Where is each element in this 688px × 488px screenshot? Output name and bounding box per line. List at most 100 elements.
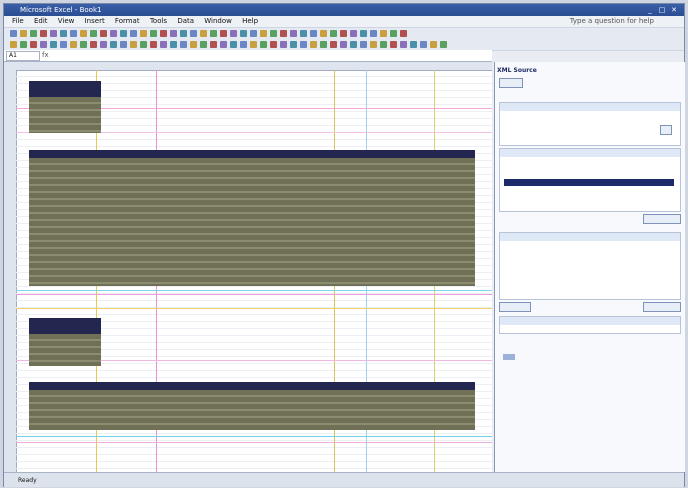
toolbar-button[interactable] xyxy=(340,30,347,37)
toolbar-button[interactable] xyxy=(340,41,347,48)
toolbar-button[interactable] xyxy=(420,41,427,48)
toolbar-button[interactable] xyxy=(160,41,167,48)
toolbar-button[interactable] xyxy=(350,30,357,37)
minimize-icon[interactable]: _ xyxy=(644,4,656,16)
toolbar-button[interactable] xyxy=(140,41,147,48)
mapped-table-2[interactable] xyxy=(29,390,475,430)
mapped-list-1[interactable] xyxy=(29,97,101,133)
toolbar-button[interactable] xyxy=(400,41,407,48)
xml-maps-button[interactable] xyxy=(643,214,681,224)
menu-format[interactable]: Format xyxy=(115,17,140,25)
toolbar-button[interactable] xyxy=(50,41,57,48)
toolbar-button[interactable] xyxy=(240,41,247,48)
help-search-box[interactable]: Type a question for help xyxy=(570,16,654,27)
toolbar-button[interactable] xyxy=(70,30,77,37)
toolbar-button[interactable] xyxy=(60,30,67,37)
mapped-list-2[interactable] xyxy=(29,334,101,366)
toolbar-button[interactable] xyxy=(270,30,277,37)
menu-insert[interactable]: Insert xyxy=(85,17,105,25)
toolbar-button[interactable] xyxy=(90,30,97,37)
toolbar-button[interactable] xyxy=(290,41,297,48)
options-button[interactable] xyxy=(643,302,681,312)
toolbar-button[interactable] xyxy=(250,30,257,37)
toolbar-button[interactable] xyxy=(300,30,307,37)
menu-help[interactable]: Help xyxy=(242,17,258,25)
menu-data[interactable]: Data xyxy=(177,17,194,25)
toolbar-button[interactable] xyxy=(390,30,397,37)
pane-nav-button[interactable] xyxy=(499,78,523,88)
mapped-list-header-1[interactable] xyxy=(29,81,101,97)
toolbar-button[interactable] xyxy=(40,30,47,37)
toolbar-button[interactable] xyxy=(200,41,207,48)
toolbar-button[interactable] xyxy=(50,30,57,37)
toolbar-button[interactable] xyxy=(200,30,207,37)
toolbar-button[interactable] xyxy=(20,30,27,37)
toolbar-button[interactable] xyxy=(60,41,67,48)
toolbar-button[interactable] xyxy=(180,30,187,37)
toolbar-button[interactable] xyxy=(390,41,397,48)
toolbar-button[interactable] xyxy=(400,30,407,37)
mapped-list-header-2[interactable] xyxy=(29,318,101,334)
toolbar-button[interactable] xyxy=(280,30,287,37)
toolbar-button[interactable] xyxy=(320,41,327,48)
map-dropdown-button[interactable] xyxy=(660,125,672,135)
verify-map-button[interactable] xyxy=(499,302,531,312)
menu-view[interactable]: View xyxy=(58,17,75,25)
toolbar-button[interactable] xyxy=(160,30,167,37)
toolbar-button[interactable] xyxy=(120,30,127,37)
toolbar-button[interactable] xyxy=(190,41,197,48)
toolbar-button[interactable] xyxy=(410,41,417,48)
toolbar-button[interactable] xyxy=(150,30,157,37)
toolbar-button[interactable] xyxy=(380,41,387,48)
toolbar-button[interactable] xyxy=(40,41,47,48)
toolbar-button[interactable] xyxy=(120,41,127,48)
toolbar-button[interactable] xyxy=(10,41,17,48)
toolbar-button[interactable] xyxy=(80,41,87,48)
help-icon[interactable] xyxy=(503,354,515,360)
maximize-icon[interactable]: □ xyxy=(656,4,668,16)
toolbar-button[interactable] xyxy=(100,41,107,48)
toolbar-button[interactable] xyxy=(170,30,177,37)
toolbar-button[interactable] xyxy=(130,30,137,37)
toolbar-button[interactable] xyxy=(330,41,337,48)
toolbar-button[interactable] xyxy=(350,41,357,48)
menu-edit[interactable]: Edit xyxy=(34,17,48,25)
mapped-table-header-1[interactable] xyxy=(29,150,475,158)
toolbar-button[interactable] xyxy=(140,30,147,37)
toolbar-button[interactable] xyxy=(220,41,227,48)
toolbar-button[interactable] xyxy=(270,41,277,48)
toolbar-button[interactable] xyxy=(320,30,327,37)
menu-tools[interactable]: Tools xyxy=(150,17,167,25)
toolbar-button[interactable] xyxy=(440,41,447,48)
menu-window[interactable]: Window xyxy=(204,17,232,25)
toolbar-button[interactable] xyxy=(290,30,297,37)
toolbar-button[interactable] xyxy=(260,41,267,48)
toolbar-button[interactable] xyxy=(180,41,187,48)
toolbar-button[interactable] xyxy=(110,30,117,37)
toolbar-button[interactable] xyxy=(370,30,377,37)
toolbar-button[interactable] xyxy=(190,30,197,37)
toolbar-button[interactable] xyxy=(130,41,137,48)
toolbar-button[interactable] xyxy=(20,41,27,48)
toolbar-button[interactable] xyxy=(310,41,317,48)
toolbar-button[interactable] xyxy=(430,41,437,48)
name-box[interactable]: A1 xyxy=(6,51,40,61)
menu-file[interactable]: File xyxy=(12,17,24,25)
toolbar-button[interactable] xyxy=(360,41,367,48)
toolbar-button[interactable] xyxy=(80,30,87,37)
toolbar-button[interactable] xyxy=(100,30,107,37)
toolbar-button[interactable] xyxy=(330,30,337,37)
toolbar-button[interactable] xyxy=(70,41,77,48)
toolbar-button[interactable] xyxy=(230,30,237,37)
toolbar-button[interactable] xyxy=(300,41,307,48)
selected-tree-node[interactable] xyxy=(504,179,674,186)
toolbar-button[interactable] xyxy=(30,30,37,37)
worksheet[interactable] xyxy=(4,62,492,472)
toolbar-button[interactable] xyxy=(170,41,177,48)
toolbar-button[interactable] xyxy=(280,41,287,48)
toolbar-button[interactable] xyxy=(30,41,37,48)
toolbar-button[interactable] xyxy=(310,30,317,37)
close-icon[interactable]: ✕ xyxy=(668,4,680,16)
toolbar-button[interactable] xyxy=(240,30,247,37)
toolbar-button[interactable] xyxy=(250,41,257,48)
